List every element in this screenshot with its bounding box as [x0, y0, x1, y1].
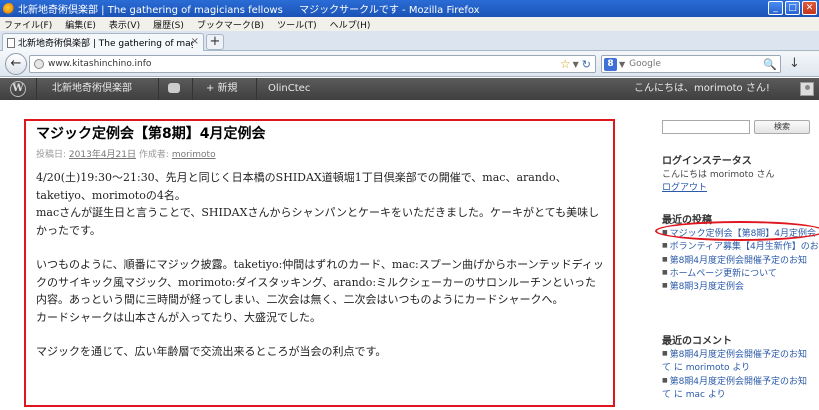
window-title: 北新地奇術倶楽部 | The gathering of magicians fe…	[18, 5, 480, 16]
tab-title: 北新地奇術倶楽部 | The gathering of mag...	[18, 39, 193, 49]
page-icon	[7, 37, 15, 48]
avatar[interactable]	[800, 82, 814, 96]
login-status-heading: ログインステータス	[662, 156, 752, 167]
minimize-button[interactable]: _	[768, 1, 783, 15]
post-paragraph: マジックを通じて、広い年齢層で交流出来るところが当会の利点です。	[36, 345, 387, 358]
tab-active[interactable]: 北新地奇術倶楽部 | The gathering of mag... ×	[2, 33, 204, 51]
url-text[interactable]: www.kitashinchino.info	[48, 59, 560, 69]
window-titlebar: 北新地奇術倶楽部 | The gathering of magicians fe…	[0, 0, 819, 17]
logout-link[interactable]: ログアウト	[662, 180, 707, 193]
back-button[interactable]: ←	[5, 53, 27, 75]
sidebar-search-button[interactable]: 検索	[754, 120, 810, 134]
window-controls: _ □ ✕	[768, 1, 817, 15]
reload-icon[interactable]: ↻	[582, 58, 591, 71]
url-dropdown-icon[interactable]: ▼	[573, 60, 579, 69]
download-icon[interactable]: ↓	[789, 56, 800, 71]
firefox-icon	[3, 2, 15, 15]
menu-help[interactable]: ヘルプ(H)	[330, 18, 371, 31]
recent-comment-item[interactable]: て に morimoto より	[662, 361, 819, 374]
wp-greeting[interactable]: こんにちは、morimoto さん!	[634, 78, 770, 100]
post-paragraph: いつものように、順番にマジック披露。taketiyo:仲間はずれのカード、mac…	[36, 258, 604, 306]
sidebar-search-input[interactable]	[662, 120, 750, 134]
recent-comments-list: 第8期4月度定例会開催予定のお知 て に morimoto より 第8期4月度定…	[662, 348, 819, 401]
recent-post-item[interactable]: ボランティア募集【4月生新作】のお	[662, 240, 819, 253]
post-title[interactable]: マジック定例会【第8期】4月定例会	[36, 123, 265, 143]
wp-extra-item[interactable]: OlinCtec	[268, 78, 310, 100]
page-content: マジック定例会【第8期】4月定例会 投稿日: 2013年4月21日 作成者: m…	[0, 100, 819, 410]
search-bar[interactable]: 8 ▼ Google 🔍	[601, 55, 781, 73]
wp-admin-bar: W 北新地奇術倶楽部 + 新規 OlinCtec こんにちは、morimoto …	[0, 78, 819, 100]
menu-bar: ファイル(F) 編集(E) 表示(V) 履歴(S) ブックマーク(B) ツール(…	[0, 17, 819, 31]
google-engine-icon[interactable]: 8	[604, 57, 617, 71]
post-author-link[interactable]: morimoto	[172, 150, 216, 160]
new-tab-button[interactable]: +	[206, 34, 224, 50]
wp-site-name[interactable]: 北新地奇術倶楽部	[52, 78, 132, 100]
menu-file[interactable]: ファイル(F)	[4, 18, 52, 31]
tab-bar: 北新地奇術倶楽部 | The gathering of mag... × +	[0, 31, 819, 51]
search-input[interactable]: Google	[629, 59, 763, 69]
wordpress-logo-icon[interactable]: W	[10, 81, 26, 97]
maximize-button[interactable]: □	[785, 1, 800, 15]
wp-new-button[interactable]: + 新規	[206, 78, 238, 100]
recent-comment-item[interactable]: て に mac より	[662, 388, 819, 401]
menu-tools[interactable]: ツール(T)	[277, 18, 317, 31]
menu-edit[interactable]: 編集(E)	[65, 18, 96, 31]
tab-close-icon[interactable]: ×	[191, 36, 199, 47]
url-bar[interactable]: www.kitashinchino.info ☆ ▼ ↻	[29, 55, 596, 73]
site-identity-icon[interactable]	[34, 59, 44, 69]
recent-post-item[interactable]: ホームページ更新について	[662, 267, 819, 280]
close-button[interactable]: ✕	[802, 1, 817, 15]
divider	[256, 78, 257, 100]
post-meta: 投稿日: 2013年4月21日 作成者: morimoto	[36, 147, 216, 160]
post-paragraph: カードシャークは山本さんが入ってたり、大盛況でした。	[36, 310, 322, 324]
divider	[158, 78, 159, 100]
bookmark-star-icon[interactable]: ☆	[560, 57, 571, 71]
post-paragraph: macさんが誕生日と言うことで、SHIDAXさんからシャンパンとケーキをいただき…	[36, 206, 600, 237]
login-greeting: こんにちは morimoto さん	[662, 170, 775, 180]
menu-bookmarks[interactable]: ブックマーク(B)	[197, 18, 264, 31]
comments-icon[interactable]	[168, 83, 180, 93]
divider	[192, 78, 193, 100]
recent-comment-item[interactable]: 第8期4月度定例会開催予定のお知	[662, 348, 819, 361]
divider	[36, 78, 37, 100]
meta-date-label: 投稿日:	[36, 150, 67, 160]
menu-view[interactable]: 表示(V)	[109, 18, 140, 31]
recent-comments-heading: 最近のコメント	[662, 336, 732, 347]
recent-post-item[interactable]: 第8期4月度定例会開催予定のお知	[662, 254, 819, 267]
meta-author-label: 作成者:	[138, 150, 169, 160]
search-icon[interactable]: 🔍	[763, 58, 777, 71]
nav-bar: ← www.kitashinchino.info ☆ ▼ ↻ 8 ▼ Googl…	[0, 51, 819, 77]
post-body: 4/20(土)19:30〜21:30、先月と同じく日本橋のSHIDAX道頓堀1丁…	[36, 169, 606, 361]
engine-dropdown-icon[interactable]: ▼	[619, 60, 625, 69]
post-paragraph: 4/20(土)19:30〜21:30、先月と同じく日本橋のSHIDAX道頓堀1丁…	[36, 171, 567, 202]
highlight-oval	[655, 221, 819, 241]
recent-post-item[interactable]: 第8期3月度定例会	[662, 280, 819, 293]
post-article: マジック定例会【第8期】4月定例会 投稿日: 2013年4月21日 作成者: m…	[24, 119, 615, 407]
recent-comment-item[interactable]: 第8期4月度定例会開催予定のお知	[662, 375, 819, 388]
menu-history[interactable]: 履歴(S)	[153, 18, 184, 31]
post-date-link[interactable]: 2013年4月21日	[69, 150, 136, 160]
